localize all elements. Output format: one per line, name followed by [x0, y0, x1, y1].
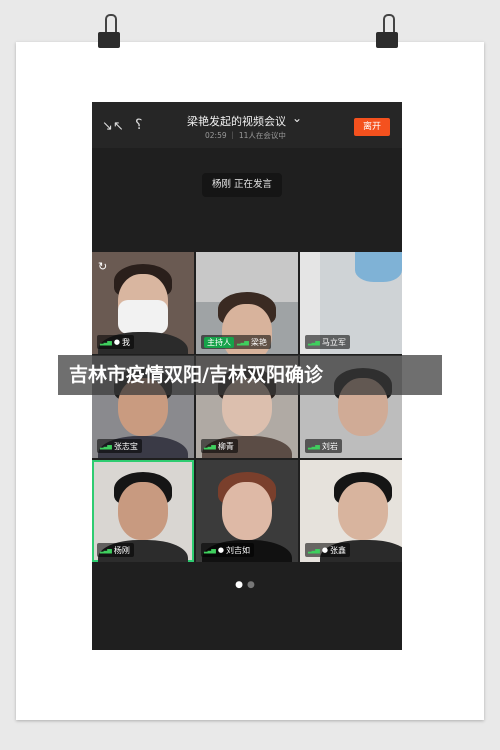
- signal-icon: ▂▃▅: [308, 338, 320, 346]
- participant-tile[interactable]: 主持人 ▂▃▅ 梁艳: [196, 252, 298, 354]
- ear-icon[interactable]: ؟: [135, 118, 142, 132]
- mic-icon: ●: [217, 546, 224, 554]
- chevron-down-icon[interactable]: ⌄: [292, 111, 302, 125]
- participant-name: 杨刚: [113, 545, 130, 555]
- binder-clip-right: [376, 14, 398, 50]
- participant-name: 我: [121, 337, 130, 347]
- binder-clip-left: [98, 14, 120, 50]
- mic-icon: ●: [321, 546, 328, 554]
- participant-name: 柳青: [217, 441, 234, 451]
- shrink-icon[interactable]: ↘↖: [102, 120, 124, 134]
- participant-tile[interactable]: ↻ ▂▃▅ ● 我: [92, 252, 194, 354]
- participant-tile[interactable]: ▂▃▅ ● 张鑫: [300, 460, 402, 562]
- participant-name: 张志宝: [113, 441, 138, 451]
- mic-icon: ●: [113, 338, 120, 346]
- participant-name: 马立军: [321, 337, 346, 347]
- participant-label: ▂▃▅ 张志宝: [97, 439, 142, 453]
- meeting-status: 02:59 ｜ 11人在会议中: [205, 131, 286, 140]
- signal-icon: ▂▃▅: [100, 338, 112, 346]
- signal-icon: ▂▃▅: [308, 442, 320, 450]
- meeting-top-bar: ↘↖ ؟ 梁艳发起的视频会议 ⌄ 02:59 ｜ 11人在会议中 离开: [92, 102, 402, 148]
- participant-label: ▂▃▅ 刘岩: [305, 439, 342, 453]
- camera-switch-icon[interactable]: ↻: [98, 260, 114, 273]
- signal-icon: ▂▃▅: [204, 546, 216, 554]
- face-mask: [118, 300, 168, 334]
- participant-label: ▂▃▅ 马立军: [305, 335, 350, 349]
- speaking-indicator: 杨刚 正在发言: [202, 173, 283, 197]
- participant-tile[interactable]: ▂▃▅ 马立军: [300, 252, 402, 354]
- participant-name: 张鑫: [329, 545, 346, 555]
- participant-name: 梁艳: [250, 337, 267, 347]
- participant-label: ▂▃▅ ● 刘吉如: [201, 543, 254, 557]
- signal-icon: ▂▃▅: [237, 338, 249, 346]
- signal-icon: ▂▃▅: [308, 546, 320, 554]
- signal-icon: ▂▃▅: [204, 442, 216, 450]
- caption-banner: 吉林市疫情双阳/吉林双阳确诊: [58, 355, 442, 395]
- signal-icon: ▂▃▅: [100, 546, 112, 554]
- participant-label: ▂▃▅ ● 张鑫: [305, 543, 350, 557]
- page-dot[interactable]: ●: [247, 580, 259, 590]
- participant-label: ▂▃▅ ● 我: [97, 335, 134, 349]
- participant-label: 主持人 ▂▃▅ 梁艳: [201, 335, 271, 349]
- signal-icon: ▂▃▅: [100, 442, 112, 450]
- host-badge: 主持人: [204, 336, 234, 348]
- page-dot-active[interactable]: ●: [235, 580, 247, 590]
- leave-button[interactable]: 离开: [354, 118, 390, 136]
- participant-tile-active-speaker[interactable]: ▂▃▅ 杨刚: [92, 460, 194, 562]
- participant-tile[interactable]: ▂▃▅ ● 刘吉如: [196, 460, 298, 562]
- participant-label: ▂▃▅ 杨刚: [97, 543, 134, 557]
- participant-label: ▂▃▅ 柳青: [201, 439, 238, 453]
- participant-name: 刘岩: [321, 441, 338, 451]
- page-indicator[interactable]: ●●: [92, 580, 402, 590]
- meeting-title[interactable]: 梁艳发起的视频会议: [187, 113, 286, 129]
- participant-name: 刘吉如: [225, 545, 250, 555]
